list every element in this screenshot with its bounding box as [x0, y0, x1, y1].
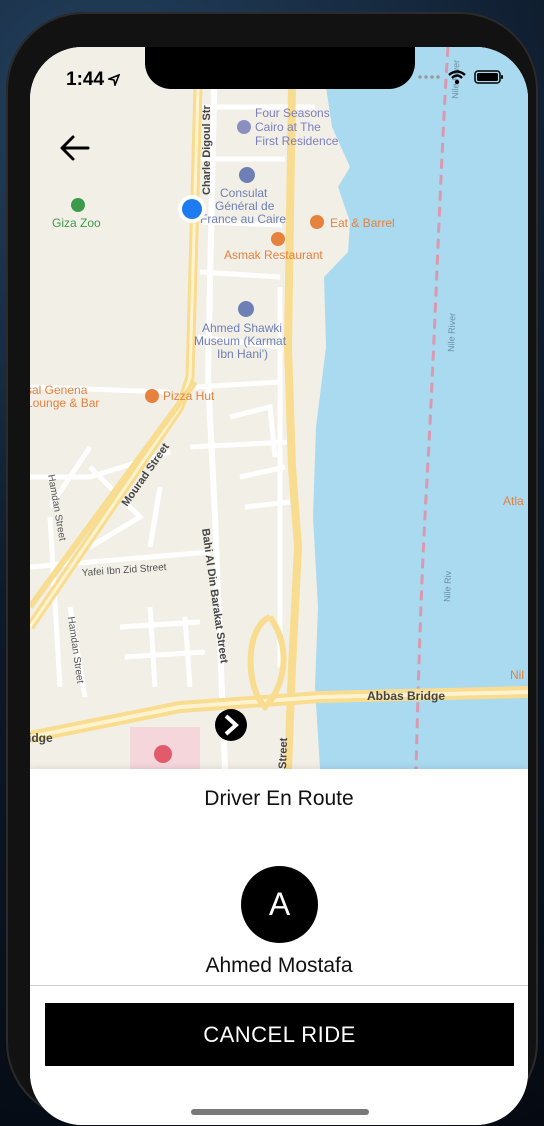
map-label: sal Genena	[30, 383, 88, 397]
map-label: Abbas Bridge	[367, 689, 445, 703]
map-label: Giza Zoo	[52, 216, 101, 230]
user-location-dot[interactable]	[182, 199, 202, 219]
map-label: Nil	[510, 668, 524, 682]
map-label: First Residence	[255, 134, 339, 148]
driver-avatar: A	[241, 866, 318, 943]
status-time: 1:44	[66, 69, 121, 91]
status-time-text: 1:44	[66, 69, 105, 90]
wifi-icon	[448, 70, 466, 85]
map-label: Lounge & Bar	[30, 396, 99, 410]
map-label: Général de	[215, 199, 275, 213]
museum-icon	[238, 301, 254, 317]
map-label: Eat & Barrel	[330, 216, 395, 230]
ride-status-title: Driver En Route	[204, 787, 354, 810]
cancel-ride-button[interactable]: CANCEL RIDE	[45, 1003, 514, 1066]
map-label: Ibn Hani')	[217, 347, 268, 361]
back-button[interactable]	[58, 133, 94, 163]
restaurant-icon	[310, 215, 324, 229]
map-label: Street	[277, 737, 290, 769]
back-arrow-icon	[60, 135, 90, 161]
pizza-icon	[145, 389, 159, 403]
map-canvas[interactable]: Four Seasons Cairo at The First Residenc…	[30, 47, 528, 769]
app-screen: Four Seasons Cairo at The First Residenc…	[30, 47, 528, 1125]
map-label: Atla	[503, 494, 524, 508]
divider	[30, 985, 528, 986]
restaurant-icon	[271, 232, 285, 246]
driver-sheet: Driver En Route A Ahmed Mostafa CANCEL R…	[30, 769, 528, 1125]
home-indicator[interactable]	[191, 1109, 369, 1115]
map-label: Four Seasons	[255, 106, 330, 120]
map-label: Nile Riv	[442, 570, 453, 602]
map-label: Cairo at The	[255, 120, 321, 134]
driver-name: Ahmed Mostafa	[205, 954, 353, 977]
driver-marker[interactable]	[215, 709, 247, 741]
map-label: Pizza Hut	[163, 389, 215, 403]
map-label: Nile River	[446, 313, 457, 352]
map-label: Consulat	[220, 186, 268, 200]
map-label: Asmak Restaurant	[224, 248, 323, 262]
map-label: Ahmed Shawki	[202, 321, 282, 335]
notch	[145, 47, 415, 89]
hospital-icon	[154, 745, 172, 763]
zoo-icon	[71, 198, 85, 212]
battery-icon	[474, 70, 503, 84]
map-view[interactable]: Four Seasons Cairo at The First Residenc…	[30, 47, 528, 769]
map-label: Museum (Karmat	[194, 334, 287, 348]
phone-frame: Four Seasons Cairo at The First Residenc…	[6, 12, 538, 1125]
signal-icon	[418, 75, 440, 79]
map-label: idge	[30, 731, 53, 745]
location-arrow-icon	[108, 74, 121, 86]
status-icons	[418, 69, 504, 85]
consulate-icon	[239, 167, 255, 183]
map-label: Charle Digoul Str	[201, 104, 213, 195]
map-label: France au Caire	[200, 212, 286, 226]
hotel-icon	[237, 120, 251, 134]
